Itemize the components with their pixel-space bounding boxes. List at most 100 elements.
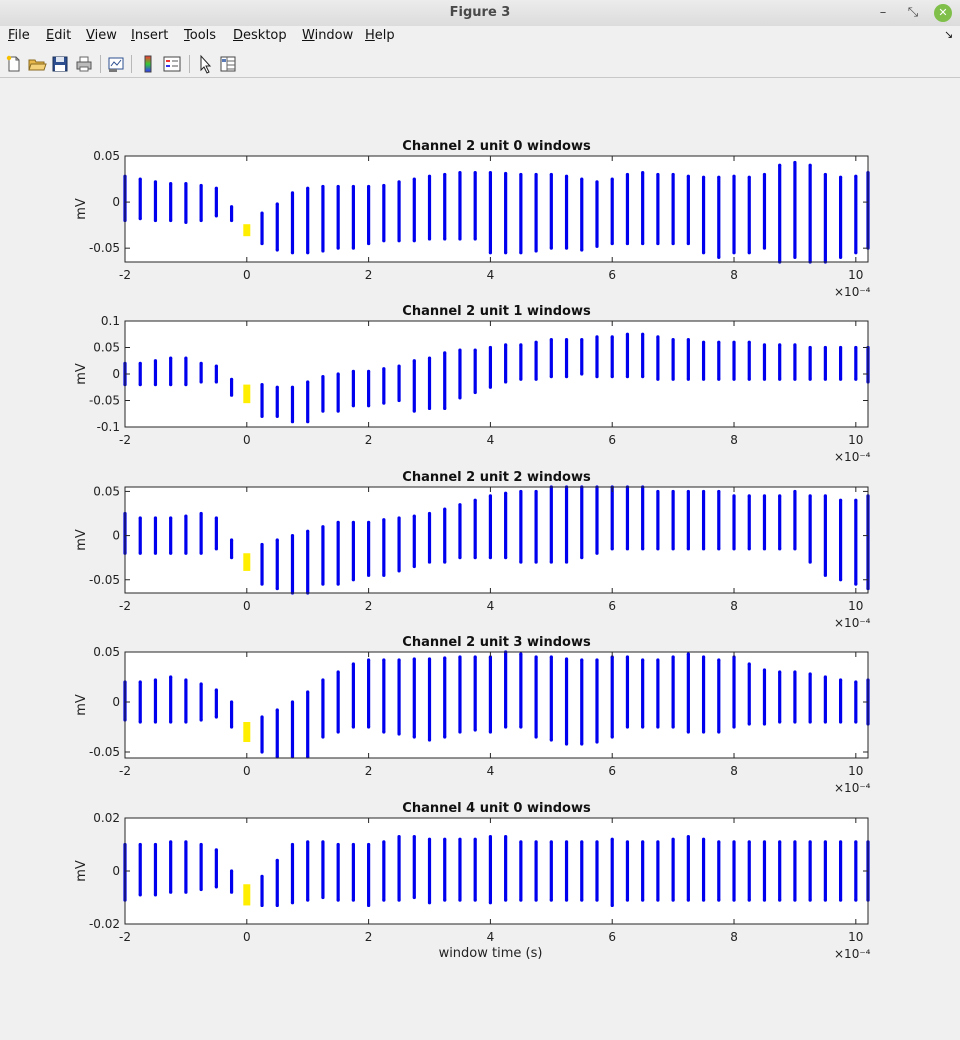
data-column bbox=[717, 841, 721, 901]
data-point bbox=[717, 730, 721, 734]
x-tick-label: 2 bbox=[365, 268, 373, 282]
menu-edit[interactable]: Edit bbox=[46, 28, 71, 43]
data-point bbox=[229, 725, 234, 729]
link-plot-icon[interactable] bbox=[106, 54, 126, 74]
open-file-icon[interactable] bbox=[27, 54, 47, 74]
axes-background[interactable] bbox=[125, 156, 868, 262]
data-column bbox=[504, 173, 508, 253]
data-point bbox=[854, 898, 858, 902]
data-point bbox=[367, 842, 371, 847]
data-column bbox=[488, 347, 493, 388]
data-point bbox=[427, 406, 432, 411]
data-point bbox=[549, 738, 553, 742]
y-tick-label: 0.05 bbox=[93, 341, 120, 355]
data-point bbox=[762, 668, 767, 672]
data-point bbox=[367, 903, 371, 908]
data-column bbox=[625, 487, 630, 549]
new-figure-icon[interactable] bbox=[4, 54, 24, 74]
data-point bbox=[473, 237, 477, 241]
menu-tools[interactable]: Tools bbox=[184, 28, 216, 43]
data-point bbox=[534, 377, 538, 381]
data-column bbox=[290, 192, 295, 253]
data-column bbox=[808, 495, 812, 563]
legend-icon[interactable] bbox=[162, 54, 182, 74]
pointer-icon[interactable] bbox=[195, 54, 215, 74]
data-point bbox=[778, 547, 782, 551]
data-point bbox=[762, 246, 767, 250]
save-icon[interactable] bbox=[50, 54, 70, 74]
data-point bbox=[838, 345, 843, 350]
data-point bbox=[793, 547, 797, 551]
print-icon[interactable] bbox=[74, 54, 94, 74]
data-point bbox=[610, 241, 614, 246]
data-column bbox=[321, 526, 325, 585]
data-point bbox=[778, 343, 782, 347]
data-column bbox=[686, 339, 690, 380]
y-axis-label: mV bbox=[74, 694, 89, 716]
data-column bbox=[671, 491, 675, 549]
axes-background[interactable] bbox=[125, 652, 868, 758]
data-column bbox=[854, 347, 858, 380]
data-column bbox=[351, 186, 355, 249]
data-point bbox=[367, 573, 371, 577]
menu-insert[interactable]: Insert bbox=[131, 28, 168, 43]
data-point bbox=[671, 837, 675, 841]
data-column bbox=[306, 841, 310, 901]
data-point bbox=[580, 898, 584, 902]
data-point bbox=[427, 657, 432, 661]
data-point bbox=[701, 251, 706, 255]
menu-help[interactable]: Help bbox=[365, 28, 395, 43]
data-point bbox=[534, 735, 538, 739]
data-point bbox=[412, 409, 416, 413]
data-point bbox=[641, 898, 645, 902]
data-point bbox=[153, 551, 158, 555]
data-point bbox=[443, 351, 447, 355]
data-point bbox=[549, 560, 553, 564]
data-column bbox=[275, 710, 279, 757]
x-tick-label: 8 bbox=[730, 268, 738, 282]
data-column bbox=[443, 658, 447, 737]
data-column bbox=[823, 174, 827, 262]
menu-view[interactable]: View bbox=[86, 28, 117, 43]
data-point bbox=[564, 898, 569, 902]
data-column bbox=[427, 358, 432, 409]
menu-desktop[interactable]: Desktop bbox=[233, 28, 287, 43]
data-point bbox=[519, 652, 523, 656]
axes-background[interactable] bbox=[125, 321, 868, 427]
data-point bbox=[184, 182, 188, 186]
data-point bbox=[717, 547, 721, 551]
data-column bbox=[138, 179, 142, 219]
property-editor-icon[interactable] bbox=[218, 54, 238, 74]
close-icon[interactable]: ✕ bbox=[934, 4, 952, 22]
data-point bbox=[580, 742, 584, 746]
data-column bbox=[427, 513, 432, 563]
data-column bbox=[260, 876, 264, 906]
colorbar-icon[interactable] bbox=[138, 54, 158, 74]
data-column bbox=[671, 174, 675, 244]
data-column bbox=[504, 344, 508, 382]
dock-arrow-icon[interactable]: ↘ bbox=[944, 28, 953, 41]
data-point bbox=[564, 337, 569, 342]
data-column bbox=[504, 493, 508, 558]
data-point bbox=[153, 720, 158, 724]
data-point bbox=[534, 898, 538, 902]
data-point bbox=[488, 251, 493, 255]
data-column bbox=[321, 841, 325, 898]
data-point bbox=[169, 356, 173, 360]
data-point bbox=[351, 725, 355, 729]
data-point bbox=[458, 348, 462, 352]
data-point bbox=[169, 675, 173, 679]
minimize-icon[interactable]: – bbox=[874, 4, 892, 22]
data-column bbox=[534, 491, 538, 563]
menu-file[interactable]: File bbox=[8, 28, 30, 43]
subplot-title: Channel 2 unit 3 windows bbox=[402, 635, 591, 650]
x-axis-label: window time (s) bbox=[439, 946, 543, 961]
restore-icon[interactable]: ⤡ bbox=[904, 4, 922, 22]
x-tick-label: 8 bbox=[730, 433, 738, 447]
data-column bbox=[686, 836, 690, 901]
menu-window[interactable]: Window bbox=[302, 28, 353, 43]
data-point bbox=[671, 655, 675, 659]
axes-background[interactable] bbox=[125, 487, 868, 593]
axes-background[interactable] bbox=[125, 818, 868, 924]
data-column bbox=[519, 174, 523, 253]
